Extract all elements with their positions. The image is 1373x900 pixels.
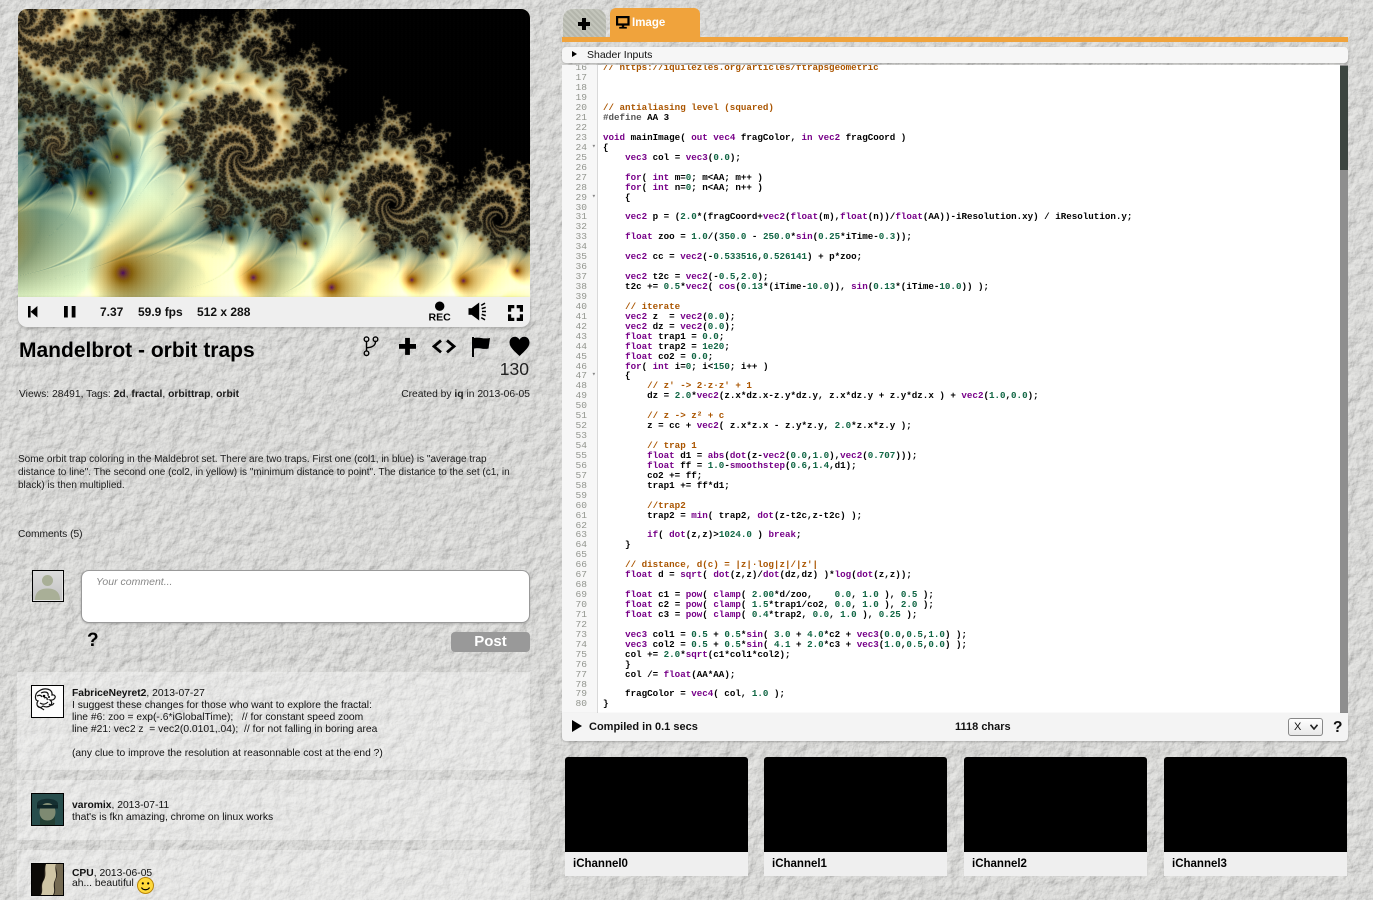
svg-text:REC: REC xyxy=(429,312,452,324)
